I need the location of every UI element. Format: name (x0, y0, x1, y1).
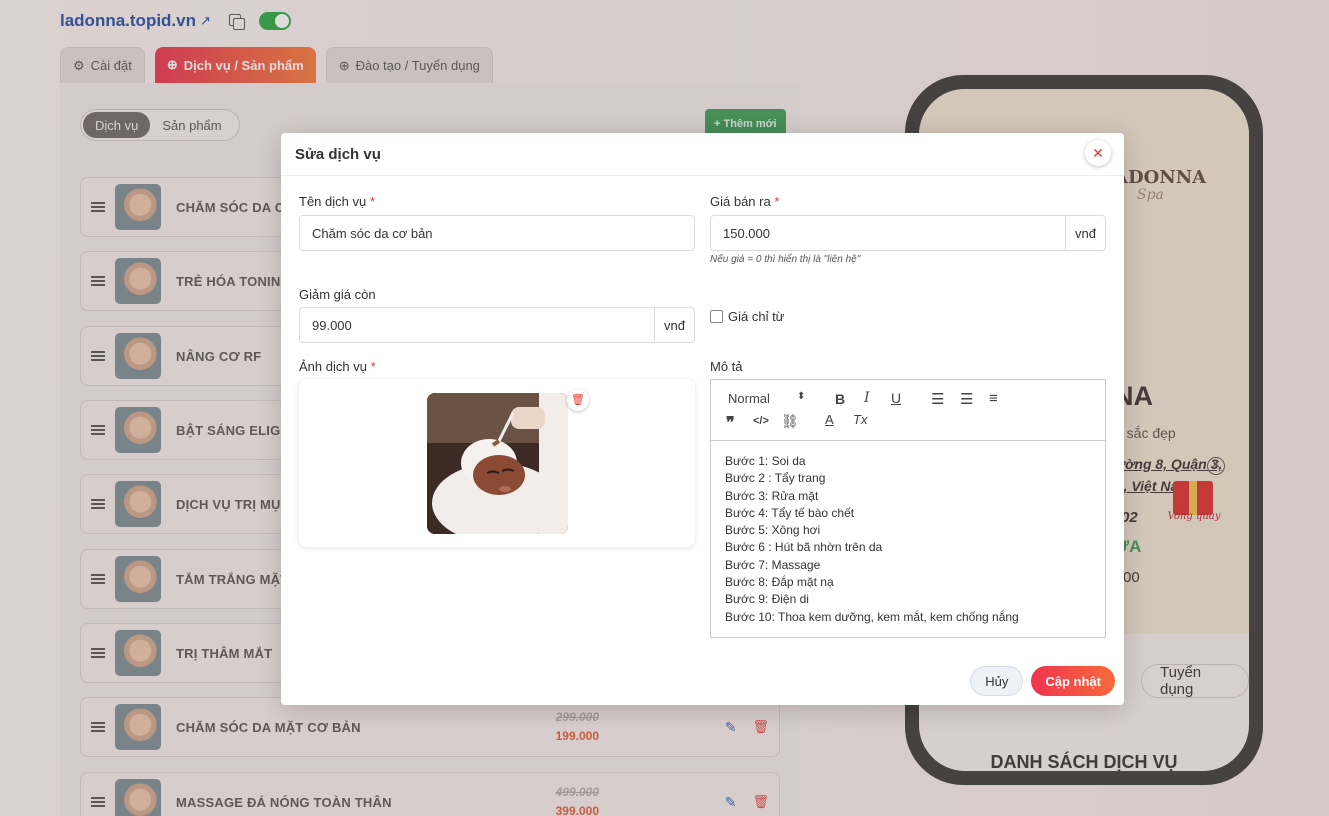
update-button[interactable]: Cập nhật (1031, 666, 1115, 696)
price-value: 150.000 (723, 225, 770, 241)
service-name-field[interactable]: Chăm sóc da cơ bản (299, 215, 695, 251)
modal-header: Sửa dịch vụ (281, 133, 1124, 176)
modal-title: Sửa dịch vụ (295, 145, 381, 163)
ordered-list-icon[interactable]: ☰ (931, 390, 944, 408)
text-color-icon[interactable]: A (825, 412, 834, 427)
close-icon[interactable]: ✕ (1085, 140, 1111, 166)
desc-line: Bước 4: Tẩy tế bào chết (725, 505, 855, 520)
desc-line: Bước 5: Xông hơi (725, 523, 821, 538)
desc-line: Bước 9: Điện di (725, 592, 809, 607)
blockquote-icon[interactable]: ❞ (726, 413, 735, 433)
desc-line: Bước 3: Rửa mặt (725, 488, 819, 503)
link-icon[interactable]: ⛓ (781, 413, 799, 430)
delete-image-icon[interactable]: 🗑 (567, 389, 589, 411)
underline-icon[interactable]: U (891, 390, 901, 406)
format-select[interactable]: Normal (728, 391, 770, 406)
clear-format-icon[interactable]: Tx (853, 412, 867, 427)
desc-line: Bước 8: Đắp mặt nạ (725, 575, 834, 590)
service-name-label: Tên dịch vụ * (299, 194, 375, 209)
service-photo-illustration (427, 393, 568, 534)
label-text: Giá bán ra (710, 194, 771, 209)
editor-content[interactable]: Bước 1: Soi da Bước 2 : Tẩy trang Bước 3… (711, 441, 1105, 638)
italic-icon[interactable]: I (864, 390, 870, 406)
from-price-checkbox[interactable]: Giá chỉ từ (710, 309, 784, 324)
service-image (427, 393, 568, 534)
image-upload-card[interactable]: 🗑 (299, 379, 695, 547)
align-left-icon[interactable]: ≡ (989, 390, 998, 407)
desc-line: Bước 6 : Hút bã nhờn trên da (725, 540, 883, 555)
label-text: Tên dịch vụ (299, 194, 367, 209)
price-hint: Nếu giá = 0 thì hiển thị là "liên hệ" (710, 254, 861, 265)
service-name-value: Chăm sóc da cơ bản (312, 225, 433, 241)
description-editor: Normal ⬍ B I U ☰ ☰ ≡ ❞ </> ⛓ A Tx Bước 1… (710, 379, 1106, 638)
chevron-updown-icon[interactable]: ⬍ (797, 391, 805, 402)
currency-unit: vnđ (1065, 216, 1105, 250)
checkbox-box[interactable] (710, 310, 723, 323)
label-text: Ảnh dịch vụ (299, 359, 367, 374)
discount-field[interactable]: 99.000 vnđ (299, 307, 695, 343)
bold-icon[interactable]: B (835, 391, 845, 407)
discount-value: 99.000 (312, 317, 352, 333)
desc-line: Bước 7: Massage (725, 557, 821, 572)
price-label: Giá bán ra * (710, 194, 780, 209)
currency-unit: vnđ (654, 308, 694, 342)
checkbox-label: Giá chỉ từ (728, 309, 785, 324)
discount-label: Giảm giá còn (299, 287, 376, 302)
cancel-button[interactable]: Hủy (970, 666, 1024, 696)
modal-footer: Hủy Cập nhật (281, 657, 1124, 705)
desc-line: Bước 2 : Tẩy trang (725, 471, 826, 486)
image-label: Ảnh dịch vụ * (299, 359, 376, 374)
editor-toolbar: Normal ⬍ B I U ☰ ☰ ≡ ❞ </> ⛓ A Tx (711, 380, 1105, 441)
desc-line: Bước 1: Soi da (725, 454, 806, 468)
price-field[interactable]: 150.000 vnđ (710, 215, 1106, 251)
desc-line: Bước 10: Thoa kem dưỡng, kem mắt, kem ch… (725, 609, 1019, 624)
description-label: Mô tả (710, 359, 743, 374)
bullet-list-icon[interactable]: ☰ (960, 390, 973, 408)
edit-service-modal: Sửa dịch vụ ✕ Tên dịch vụ * Chăm sóc da … (281, 133, 1124, 705)
code-icon[interactable]: </> (753, 415, 769, 427)
